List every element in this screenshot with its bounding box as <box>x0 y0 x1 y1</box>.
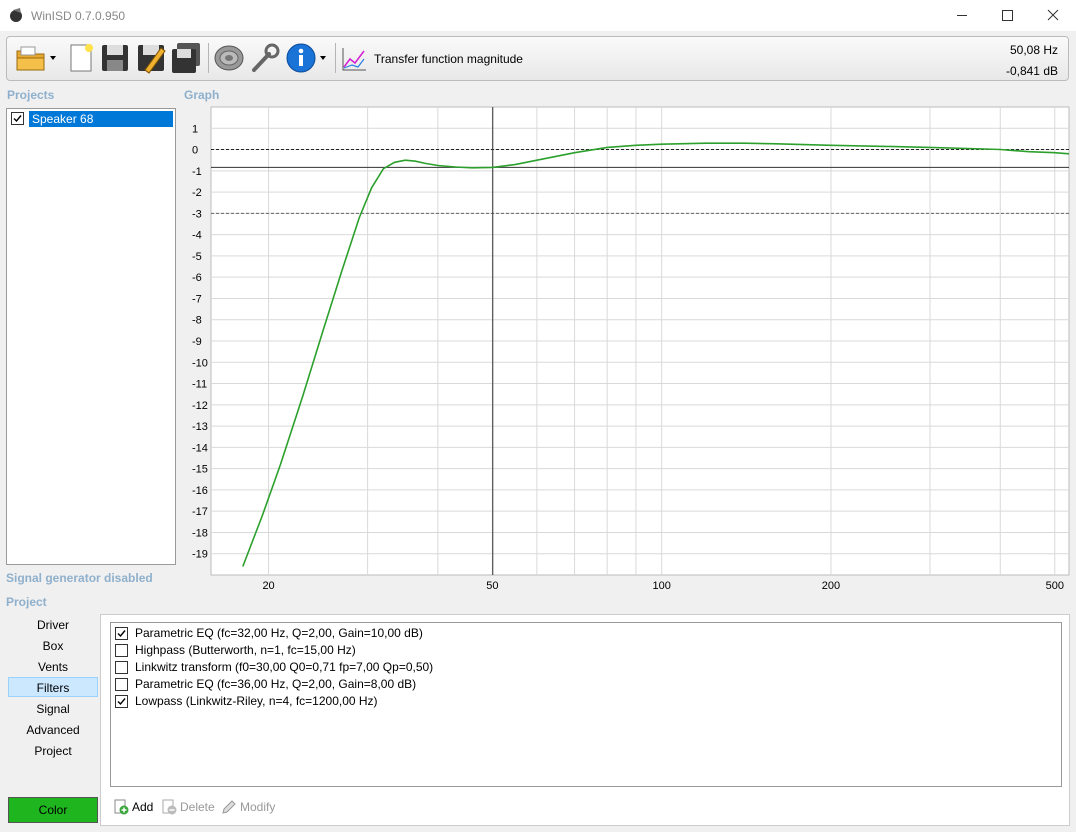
project-header: Project <box>6 595 47 609</box>
speaker-icon <box>214 45 244 71</box>
toolbar-separator <box>335 43 336 73</box>
save-button[interactable] <box>99 42 131 74</box>
y-tick-label: -11 <box>192 379 207 391</box>
y-tick-label: -2 <box>192 187 202 199</box>
filter-label[interactable]: Parametric EQ (fc=32,00 Hz, Q=2,00, Gain… <box>135 626 423 640</box>
checkmark-icon <box>13 115 22 123</box>
delete-label: Delete <box>180 800 215 814</box>
graph-header: Graph <box>184 88 220 102</box>
chevron-down-icon[interactable] <box>49 54 57 62</box>
x-tick-label: 500 <box>1046 580 1064 592</box>
filters-panel: Parametric EQ (fc=32,00 Hz, Q=2,00, Gain… <box>100 614 1070 826</box>
list-item[interactable]: Speaker 68 <box>9 111 173 127</box>
y-tick-label: -16 <box>192 485 208 497</box>
y-tick-label: -6 <box>192 272 202 284</box>
chevron-down-icon[interactable] <box>319 54 327 62</box>
y-tick-label: -18 <box>192 527 208 539</box>
frequency-readout: 50,08 Hz <box>1009 43 1058 57</box>
driver-button[interactable] <box>213 42 245 74</box>
y-tick-label: 1 <box>192 123 198 135</box>
signal-generator-status: Signal generator disabled <box>6 571 153 585</box>
filter-checkbox[interactable] <box>115 695 128 708</box>
y-tick-label: -5 <box>192 251 202 263</box>
y-tick-label: -7 <box>192 293 202 305</box>
nav-advanced[interactable]: Advanced <box>8 720 98 740</box>
close-icon <box>1047 9 1059 21</box>
y-tick-label: -10 <box>192 357 208 369</box>
toolbar-separator <box>208 43 209 73</box>
y-tick-label: -15 <box>192 464 208 476</box>
filter-checkbox[interactable] <box>115 661 128 674</box>
y-tick-label: -8 <box>192 315 202 327</box>
settings-button[interactable] <box>249 42 281 74</box>
x-tick-label: 200 <box>822 580 840 592</box>
new-button[interactable] <box>65 42 97 74</box>
y-tick-label: -13 <box>192 421 208 433</box>
y-tick-label: -4 <box>192 230 202 242</box>
pencil-icon <box>222 800 236 814</box>
filter-checkbox[interactable] <box>115 644 128 657</box>
filter-label[interactable]: Linkwitz transform (f0=30,00 Q0=0,71 fp=… <box>135 660 433 674</box>
filter-checkbox[interactable] <box>115 627 128 640</box>
minimize-icon <box>957 15 967 16</box>
project-label[interactable]: Speaker 68 <box>29 111 173 127</box>
app-icon <box>10 8 22 22</box>
projects-header: Projects <box>7 88 55 102</box>
x-tick-label: 20 <box>262 580 274 592</box>
open-button[interactable] <box>15 42 47 74</box>
y-tick-label: -9 <box>192 336 202 348</box>
projects-list[interactable]: Speaker 68 <box>6 108 176 565</box>
nav-filters[interactable]: Filters <box>8 677 98 697</box>
title-bar: WinISD 0.7.0.950 <box>0 0 1076 31</box>
minimize-button[interactable] <box>939 0 985 31</box>
add-icon <box>114 799 129 815</box>
save-as-icon <box>138 45 166 74</box>
save-all-icon <box>172 43 200 73</box>
x-tick-label: 50 <box>486 580 498 592</box>
filter-label[interactable]: Parametric EQ (fc=36,00 Hz, Q=2,00, Gain… <box>135 677 416 691</box>
filters-list[interactable]: Parametric EQ (fc=32,00 Hz, Q=2,00, Gain… <box>110 622 1062 787</box>
y-tick-label: -17 <box>192 506 208 518</box>
response-chart[interactable]: 1 0 -1 -2 -3 -4 -5 -6 -7 -8 -9 -10 -11 -12 -13 -14 -15 -1… <box>180 105 1072 593</box>
add-label: Add <box>132 800 154 814</box>
filter-label[interactable]: Lowpass (Linkwitz-Riley, n=4, fc=1200,00… <box>135 694 378 708</box>
y-tick-label: -3 <box>192 208 202 220</box>
y-tick-label: -1 <box>192 166 202 178</box>
save-all-button[interactable] <box>170 42 202 74</box>
project-checkbox[interactable] <box>11 112 24 125</box>
graph-type-label[interactable]: Transfer function magnitude <box>374 52 523 66</box>
open-folder-icon <box>16 46 45 71</box>
nav-vents[interactable]: Vents <box>8 657 98 677</box>
window-title: WinISD 0.7.0.950 <box>31 9 126 23</box>
close-button[interactable] <box>1030 0 1076 31</box>
checkmark-icon <box>117 698 126 706</box>
filter-checkbox[interactable] <box>115 678 128 691</box>
maximize-button[interactable] <box>984 0 1030 31</box>
nav-project[interactable]: Project <box>8 741 98 761</box>
wrench-icon <box>252 43 280 72</box>
save-icon <box>102 45 128 71</box>
nav-box[interactable]: Box <box>8 636 98 656</box>
toolbar: Transfer function magnitude 50,08 Hz -0,… <box>6 36 1069 81</box>
save-as-button[interactable] <box>135 42 167 74</box>
y-tick-label: 0 <box>192 145 198 157</box>
color-button[interactable]: Color <box>8 797 98 823</box>
filter-label[interactable]: Highpass (Butterworth, n=1, fc=15,00 Hz) <box>135 643 356 657</box>
y-tick-label: -14 <box>192 442 208 454</box>
db-readout: -0,841 dB <box>1005 64 1058 78</box>
about-button[interactable] <box>285 42 317 74</box>
delete-icon <box>162 799 177 815</box>
new-document-icon <box>70 44 93 72</box>
graph-type-button[interactable] <box>340 45 368 73</box>
info-icon <box>286 43 316 73</box>
graph-icon <box>342 48 366 71</box>
y-tick-label: -19 <box>192 549 208 561</box>
modify-label: Modify <box>240 800 276 814</box>
x-tick-label: 100 <box>652 580 670 592</box>
checkmark-icon <box>117 630 126 638</box>
nav-signal[interactable]: Signal <box>8 699 98 719</box>
nav-driver[interactable]: Driver <box>8 615 98 635</box>
maximize-icon <box>1002 10 1013 21</box>
y-tick-label: -12 <box>192 400 208 412</box>
